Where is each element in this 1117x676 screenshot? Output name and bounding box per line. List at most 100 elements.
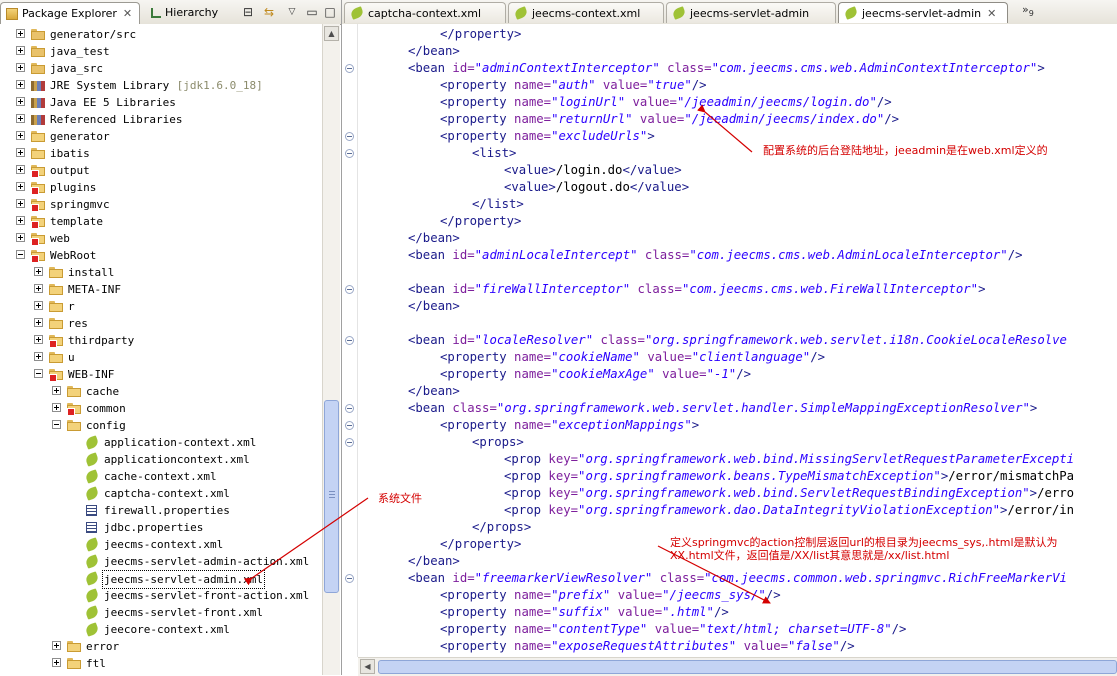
tree-item[interactable]: common (0, 400, 320, 417)
tab-overflow-button[interactable]: »9 (1022, 3, 1034, 18)
tree-item[interactable]: plugins (0, 179, 320, 196)
tree-item[interactable]: cache-context.xml (0, 468, 320, 485)
code-line[interactable]: </property> (440, 536, 521, 553)
tree-item[interactable]: u (0, 349, 320, 366)
code-line[interactable]: <property name="prefix" value="/jeecms_s… (440, 587, 781, 604)
expand-icon[interactable] (16, 233, 25, 242)
code-line[interactable]: </property> (440, 26, 521, 43)
tree-item[interactable]: WebRoot (0, 247, 320, 264)
code-line[interactable]: <property name="cookieMaxAge" value="-1"… (440, 366, 751, 383)
expand-icon[interactable] (16, 216, 25, 225)
tab-hierarchy[interactable]: Hierarchy (146, 2, 236, 23)
collapse-all-icon[interactable]: ⊟ (240, 4, 256, 20)
code-line[interactable]: </bean> (408, 43, 460, 60)
tree-item[interactable]: jeecms-servlet-admin.xml (0, 570, 320, 589)
code-line[interactable]: </bean> (408, 383, 460, 400)
tree-item[interactable]: application-context.xml (0, 434, 320, 451)
tab-package-explorer[interactable]: Package Explorer ✕ (0, 2, 140, 24)
collapse-icon[interactable] (52, 420, 61, 429)
expand-icon[interactable] (16, 165, 25, 174)
maximize-icon[interactable]: □ (322, 4, 338, 20)
code-line[interactable]: <value>/logout.do</value> (504, 179, 689, 196)
code-line[interactable]: </property> (440, 213, 521, 230)
editor-horizontal-scrollbar[interactable]: ◀ (358, 657, 1117, 676)
tree-item[interactable]: error (0, 638, 320, 655)
code-line[interactable]: </bean> (408, 230, 460, 247)
expand-icon[interactable] (52, 403, 61, 412)
fold-collapse-icon[interactable] (345, 149, 354, 158)
tree-item[interactable]: generator/src (0, 26, 320, 43)
expand-icon[interactable] (16, 63, 25, 72)
tree-item[interactable]: META-INF (0, 281, 320, 298)
fold-collapse-icon[interactable] (345, 574, 354, 583)
close-icon[interactable]: ✕ (123, 7, 132, 20)
code-line[interactable]: </bean> (408, 298, 460, 315)
fold-collapse-icon[interactable] (345, 132, 354, 141)
fold-collapse-icon[interactable] (345, 421, 354, 430)
tree-item[interactable]: firewall.properties (0, 502, 320, 519)
tree-item[interactable]: output (0, 162, 320, 179)
scrollbar-thumb[interactable] (324, 400, 339, 593)
minimize-icon[interactable]: ▭ (304, 4, 320, 20)
tree-item[interactable]: java_src (0, 60, 320, 77)
expand-icon[interactable] (16, 182, 25, 191)
editor-tab-captcha-context[interactable]: captcha-context.xml (344, 2, 506, 23)
tree-item[interactable]: springmvc (0, 196, 320, 213)
tree-item[interactable]: install (0, 264, 320, 281)
collapse-icon[interactable] (16, 250, 25, 259)
code-line[interactable]: <value>/login.do</value> (504, 162, 682, 179)
expand-icon[interactable] (16, 97, 25, 106)
tree-item[interactable]: java_test (0, 43, 320, 60)
tree-item[interactable]: jeecms-context.xml (0, 536, 320, 553)
code-line[interactable]: <prop key="org.springframework.beans.Typ… (504, 468, 1074, 485)
expand-icon[interactable] (16, 80, 25, 89)
view-menu-icon[interactable]: ▽ (284, 4, 300, 20)
tree-item[interactable]: template (0, 213, 320, 230)
tree-item[interactable]: web (0, 230, 320, 247)
tree-item[interactable]: ftl (0, 655, 320, 672)
editor-tab-jeecms-context[interactable]: jeecms-context.xml (508, 2, 664, 23)
collapse-icon[interactable] (34, 369, 43, 378)
expand-icon[interactable] (16, 199, 25, 208)
code-line[interactable]: <bean id="adminLocaleIntercept" class="c… (408, 247, 1023, 264)
expand-icon[interactable] (34, 318, 43, 327)
editor-tab-jeecms-servlet-admin[interactable]: jeecms-servlet-admin ✕ (838, 2, 1008, 23)
fold-collapse-icon[interactable] (345, 285, 354, 294)
scrollbar-thumb[interactable] (378, 660, 1117, 674)
tree-item[interactable]: jeecms-servlet-front.xml (0, 604, 320, 621)
tree-item[interactable]: JRE System Library [jdk1.6.0_18] (0, 77, 320, 94)
expand-icon[interactable] (16, 46, 25, 55)
code-line[interactable]: <property name="exceptionMappings"> (440, 417, 699, 434)
expand-icon[interactable] (34, 267, 43, 276)
expand-icon[interactable] (34, 284, 43, 293)
expand-icon[interactable] (16, 29, 25, 38)
tree-item[interactable]: jeecms-servlet-admin-action.xml (0, 553, 320, 570)
fold-collapse-icon[interactable] (345, 438, 354, 447)
link-with-editor-icon[interactable]: ⇆ (261, 4, 277, 20)
code-line[interactable]: <prop key="org.springframework.web.bind.… (504, 451, 1074, 468)
tree-item[interactable]: jeecms-servlet-front-action.xml (0, 587, 320, 604)
tree-item[interactable]: WEB-INF (0, 366, 320, 383)
expand-icon[interactable] (16, 114, 25, 123)
tree-vertical-scrollbar[interactable]: ▲ (322, 24, 340, 675)
tree-item[interactable]: cache (0, 383, 320, 400)
code-line[interactable]: <bean id="freemarkerViewResolver" class=… (408, 570, 1067, 587)
code-line[interactable]: <bean id="adminContextInterceptor" class… (408, 60, 1045, 77)
expand-icon[interactable] (16, 148, 25, 157)
code-line[interactable]: </list> (472, 196, 524, 213)
expand-icon[interactable] (52, 641, 61, 650)
expand-icon[interactable] (34, 335, 43, 344)
expand-icon[interactable] (34, 352, 43, 361)
tree-item[interactable]: jeecore-context.xml (0, 621, 320, 638)
tree-item[interactable]: Java EE 5 Libraries (0, 94, 320, 111)
tree-item[interactable]: thirdparty (0, 332, 320, 349)
code-line[interactable]: <bean class="org.springframework.web.ser… (408, 400, 1037, 417)
editor-tab-jeecms-servlet-admin-action[interactable]: jeecms-servlet-admin (666, 2, 836, 23)
scroll-left-arrow-icon[interactable]: ◀ (360, 659, 375, 674)
code-line[interactable]: <property name="suffix" value=".html"/> (440, 604, 729, 621)
close-icon[interactable]: ✕ (987, 7, 996, 20)
code-line[interactable]: </bean> (408, 553, 460, 570)
tree-item[interactable]: config (0, 417, 320, 434)
fold-collapse-icon[interactable] (345, 404, 354, 413)
code-line[interactable]: <list> (472, 145, 516, 162)
